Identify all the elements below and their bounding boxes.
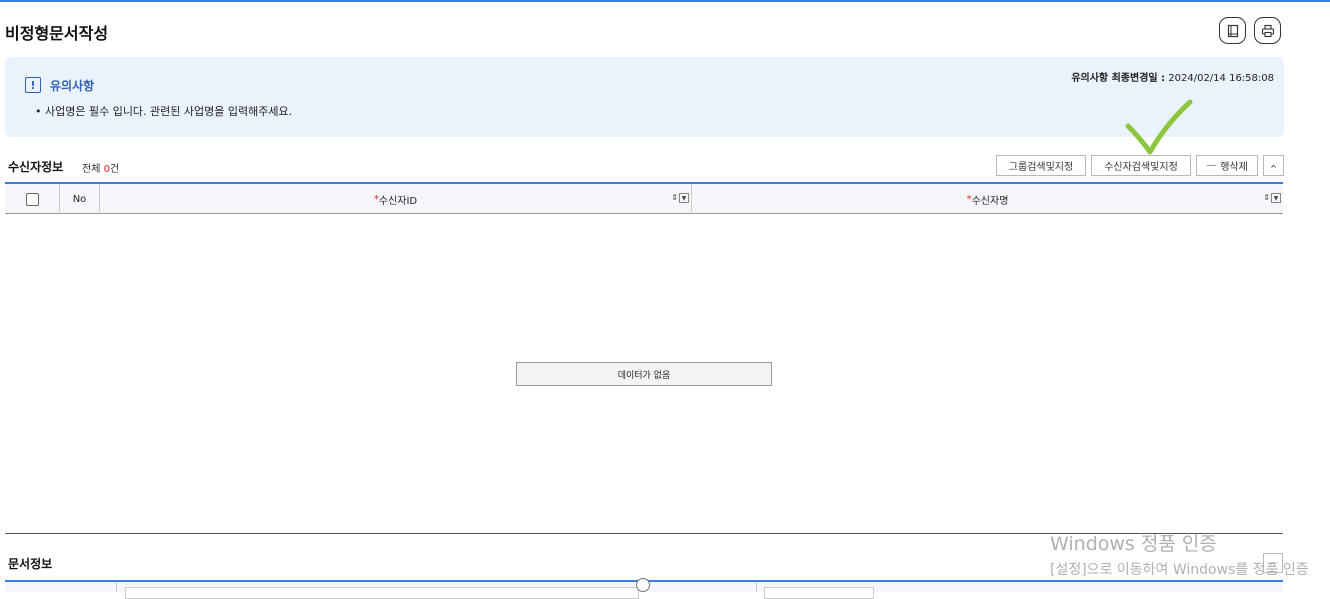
chevron-up-icon	[1271, 164, 1276, 168]
header-actions	[1219, 17, 1281, 44]
collapse-recipients-button[interactable]	[1263, 155, 1284, 176]
manual-button[interactable]	[1219, 17, 1246, 44]
document-text-input[interactable]	[125, 587, 639, 599]
column-header-recipient-name[interactable]: * 수신자명 ⇕ ▼	[692, 184, 1283, 214]
filter-dropdown-icon: ▼	[679, 193, 689, 203]
delete-row-button[interactable]: — 행삭제	[1196, 155, 1258, 176]
select-all-checkbox[interactable]	[25, 192, 39, 206]
sort-icon: ⇕	[1263, 193, 1270, 202]
document-select-input[interactable]	[764, 587, 874, 599]
sort-icon: ⇕	[671, 193, 678, 202]
notice-last-modified: 유의사항 최종변경일 : 2024/02/14 16:58:08	[1071, 69, 1274, 84]
radio-button[interactable]	[636, 578, 650, 592]
empty-data-message: 데이터가 없음	[516, 362, 772, 386]
column-header-no[interactable]: No	[60, 184, 100, 214]
document-section-title: 문서정보	[8, 557, 53, 571]
group-search-button[interactable]: 그룹검색및지정	[996, 155, 1086, 176]
recipients-section-title: 수신자정보	[8, 160, 64, 174]
book-icon	[1227, 24, 1238, 37]
recipient-name-label: 수신자명	[971, 195, 1009, 207]
notice-title: 유의사항	[50, 79, 95, 93]
select-all-cell	[5, 184, 60, 214]
green-checkmark-annotation	[1125, 99, 1193, 155]
recipient-id-label: 수신자ID	[378, 195, 418, 207]
watermark-title: Windows 정품 인증	[1050, 533, 1217, 555]
top-accent-line	[0, 0, 1330, 2]
count-unit: 건	[109, 164, 120, 175]
recipient-name-sort-filter[interactable]: ⇕ ▼	[1263, 193, 1281, 203]
print-icon	[1261, 24, 1274, 37]
delete-row-label: 행삭제	[1220, 162, 1248, 173]
recipients-total: 전체 0건	[82, 160, 119, 175]
column-header-recipient-id[interactable]: * 수신자ID ⇕ ▼	[100, 184, 692, 214]
filter-dropdown-icon: ▼	[1271, 193, 1281, 203]
print-button[interactable]	[1254, 17, 1281, 44]
windows-activation-watermark: Windows 정품 인증 [설정]으로 이동하여 Windows를 정품 인증	[1050, 529, 1309, 579]
form-divider	[116, 582, 117, 592]
watermark-subtitle: [설정]으로 이동하여 Windows를 정품 인증	[1050, 562, 1309, 578]
form-divider	[756, 582, 757, 592]
notice-message: • 사업명은 필수 입니다. 관련된 사업명을 입력해주세요.	[35, 105, 293, 118]
recipients-grid-header: No * 수신자ID ⇕ ▼ * 수신자명 ⇕ ▼	[5, 182, 1283, 214]
page-title: 비정형문서작성	[5, 24, 109, 43]
total-label: 전체	[82, 164, 101, 175]
notice-date-value: 2024/02/14 16:58:08	[1168, 73, 1274, 84]
recipient-id-sort-filter[interactable]: ⇕ ▼	[671, 193, 689, 203]
notice-panel: ! 유의사항 • 사업명은 필수 입니다. 관련된 사업명을 입력해주세요. 유…	[5, 57, 1284, 137]
minus-icon: —	[1206, 160, 1217, 171]
recipient-search-button[interactable]: 수신자검색및지정	[1091, 155, 1191, 176]
exclamation-icon: !	[25, 77, 41, 93]
notice-date-label: 유의사항 최종변경일 :	[1071, 73, 1166, 84]
